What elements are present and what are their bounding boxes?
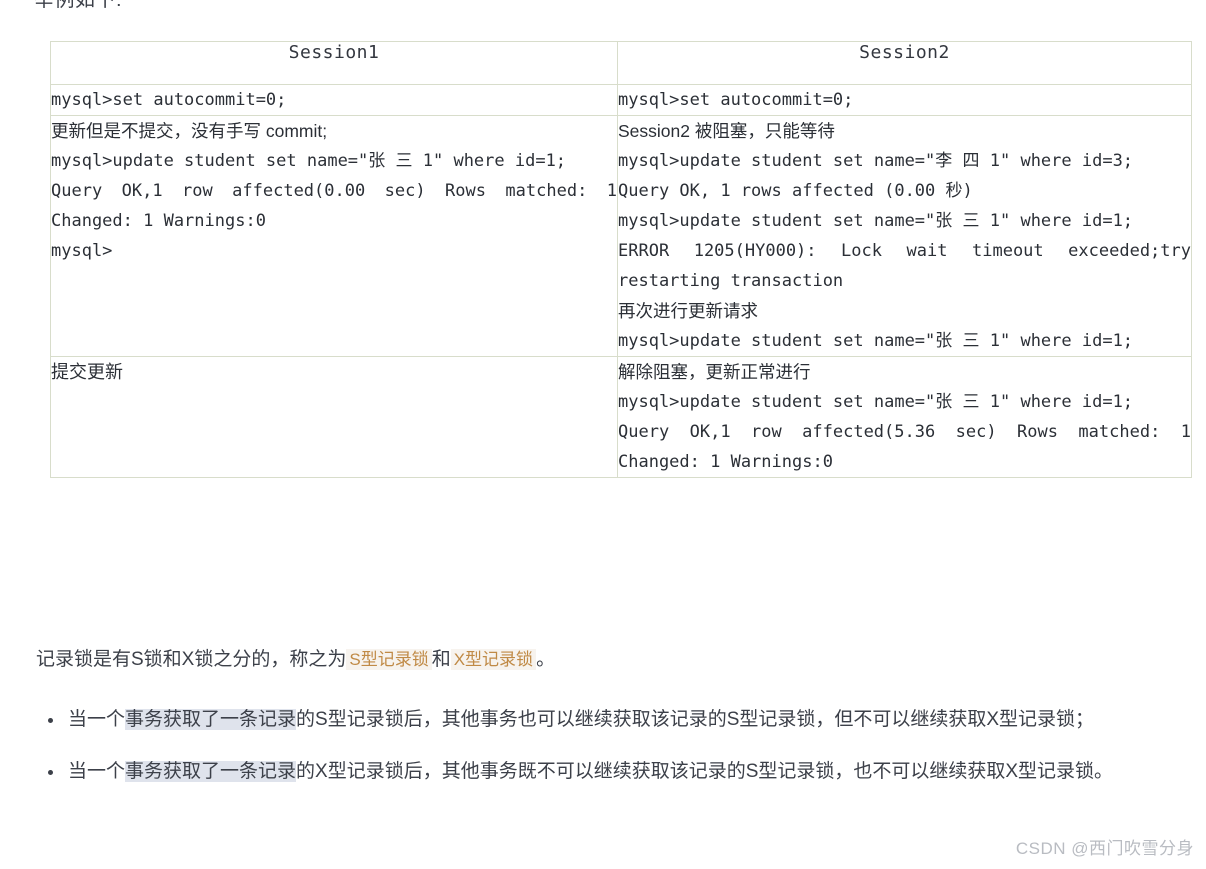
code-line: Query OK,1 row affected(5.36 sec) Rows m… bbox=[618, 422, 1202, 472]
cell-session1-commit: 提交更新 bbox=[50, 356, 618, 478]
list-item: 当一个事务获取了一条记录的X型记录锁后，其他事务既不可以继续获取该记录的S型记录… bbox=[36, 755, 1196, 789]
note-text: Session2 被阻塞，只能等待 bbox=[618, 121, 835, 141]
bullet-text-part1: 当一个 bbox=[68, 709, 126, 730]
code-line: mysql>update student set name="张 三 1" wh… bbox=[618, 392, 1134, 412]
code-line: Query OK, 1 rows affected (0.00 秒) bbox=[618, 181, 973, 201]
lead-text-before: 记录锁是有S锁和X锁之分的，称之为 bbox=[36, 649, 347, 670]
bullet-text-part2: 的X型记录锁后，其他事务既不可以继续获取该记录的S型记录锁，也不可以继续获取X型… bbox=[296, 761, 1114, 782]
code-line: mysql>set autocommit=0; bbox=[51, 90, 287, 110]
highlight-x-lock: X型记录锁 bbox=[450, 649, 537, 670]
lead-text-middle: 和 bbox=[431, 649, 451, 670]
note-text: 再次进行更新请求 bbox=[618, 301, 758, 321]
code-line: mysql>update student set name="张 三 1" wh… bbox=[618, 331, 1134, 351]
cell-session2-unblocked: 解除阻塞，更新正常进行 mysql>update student set nam… bbox=[617, 356, 1202, 478]
cell-session1-update-no-commit: 更新但是不提交，没有手写 commit; mysql>update studen… bbox=[50, 115, 628, 357]
note-text: 更新但是不提交，没有手写 commit; bbox=[51, 121, 328, 141]
table-row: 更新但是不提交，没有手写 commit; mysql>update studen… bbox=[50, 115, 1202, 357]
table-row: 提交更新 解除阻塞，更新正常进行 mysql>update student se… bbox=[50, 356, 1202, 478]
note-text: 解除阻塞，更新正常进行 bbox=[618, 362, 811, 382]
code-line: Query OK,1 row affected(0.00 sec) Rows m… bbox=[51, 181, 628, 231]
column-header-session2: Session2 bbox=[617, 41, 1192, 85]
code-line: mysql> bbox=[51, 241, 113, 261]
bullet-selected-text: 事务获取了一条记录 bbox=[125, 709, 297, 730]
lock-rules-list: 当一个事务获取了一条记录的S型记录锁后，其他事务也可以继续获取该记录的S型记录锁… bbox=[36, 703, 1196, 807]
code-line: mysql>update student set name="张 三 1" wh… bbox=[618, 211, 1134, 231]
bullet-text-part2: 的S型记录锁后，其他事务也可以继续获取该记录的S型记录锁，但不可以继续获取X型记… bbox=[296, 709, 1095, 730]
lead-text-after: 。 bbox=[536, 649, 556, 670]
table-row: mysql>set autocommit=0; mysql>set autoco… bbox=[50, 84, 1192, 116]
list-item: 当一个事务获取了一条记录的S型记录锁后，其他事务也可以继续获取该记录的S型记录锁… bbox=[36, 703, 1196, 737]
code-line: mysql>update student set name="张 三 1" wh… bbox=[51, 151, 567, 171]
column-header-session1: Session1 bbox=[50, 41, 618, 85]
cell-session2-blocked: Session2 被阻塞，只能等待 mysql>update student s… bbox=[617, 115, 1202, 357]
bullet-selected-text: 事务获取了一条记录 bbox=[125, 761, 297, 782]
session-comparison-table: Session1 Session2 mysql>set autocommit=0… bbox=[50, 41, 1192, 478]
lead-paragraph: 记录锁是有S锁和X锁之分的，称之为 S型记录锁和 X型记录锁。 bbox=[36, 645, 555, 675]
code-line: mysql>update student set name="李 四 1" wh… bbox=[618, 151, 1134, 171]
highlight-s-lock: S型记录锁 bbox=[346, 649, 432, 670]
code-line-error: ERROR 1205(HY000): Lock wait timeout exc… bbox=[618, 241, 1202, 291]
cell-session2-autocommit: mysql>set autocommit=0; bbox=[617, 84, 1192, 116]
table-header-row: Session1 Session2 bbox=[50, 41, 1192, 85]
code-line: mysql>set autocommit=0; bbox=[618, 90, 854, 110]
bullet-text-part1: 当一个 bbox=[68, 761, 126, 782]
clipped-intro-text: 举例如下: bbox=[34, 0, 123, 11]
note-text: 提交更新 bbox=[51, 362, 123, 382]
cell-session1-autocommit: mysql>set autocommit=0; bbox=[50, 84, 618, 116]
csdn-watermark: CSDN @西门吹雪分身 bbox=[1015, 839, 1194, 858]
